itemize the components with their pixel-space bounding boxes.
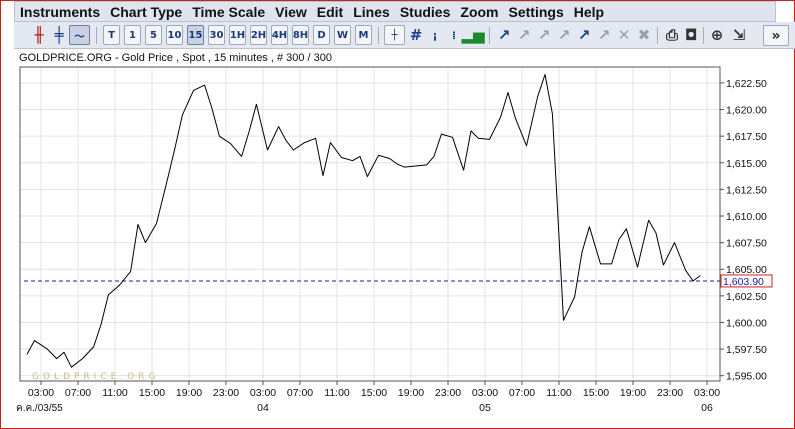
- y-tick-label: 1,607.50: [726, 238, 767, 250]
- y-axis: 1,595.00 1,597.50 1,600.00 1,602.50 1,605.00…: [720, 78, 767, 383]
- x-tick-label: 03:00: [694, 387, 720, 399]
- x-tick-label: 23:00: [213, 387, 239, 399]
- x-tick-label: 11:00: [102, 387, 128, 399]
- x-tick-label: 19:00: [620, 387, 646, 399]
- y-tick-label: 1,610.00: [726, 211, 767, 223]
- x-tick-label: 19:00: [176, 387, 202, 399]
- x-tick-label: 07:00: [65, 387, 91, 399]
- plot-area-border: [19, 66, 721, 382]
- x-tick-label: 07:00: [287, 387, 313, 399]
- y-tick-label: 1,612.50: [726, 184, 767, 196]
- y-tick-label: 1,595.00: [726, 371, 767, 383]
- x-tick-label: 11:00: [324, 387, 350, 399]
- y-tick-label: 1,602.50: [726, 291, 767, 303]
- x-tick-label: 15:00: [361, 387, 387, 399]
- price-chart[interactable]: GOLDPRICE.ORG 1,595.001,597.501,600.001,…: [0, 0, 795, 429]
- date-label: 05: [479, 402, 491, 414]
- x-tick-label: 07:00: [509, 387, 535, 399]
- y-tick-label: 1,597.50: [726, 344, 767, 356]
- chart-grid: [20, 67, 720, 381]
- x-tick-label: 03:00: [28, 387, 54, 399]
- x-tick-label: 15:00: [139, 387, 165, 399]
- date-label: 04: [257, 402, 269, 414]
- watermark: GOLDPRICE.ORG: [32, 372, 159, 382]
- x-tick-label: 11:00: [546, 387, 572, 399]
- y-tick-label: 1,620.00: [726, 105, 767, 117]
- x-tick-label: 03:00: [250, 387, 276, 399]
- date-label: ค.ค./03/55: [16, 403, 63, 414]
- price-series-line: [26, 74, 701, 368]
- x-tick-label: 23:00: [657, 387, 683, 399]
- date-label: 06: [701, 402, 713, 414]
- x-tick-label: 15:00: [583, 387, 609, 399]
- x-tick-label: 23:00: [435, 387, 461, 399]
- y-tick-label: 1,622.50: [726, 78, 767, 90]
- y-tick-label: 1,617.50: [726, 131, 767, 143]
- y-tick-label: 1,605.00: [726, 264, 767, 276]
- current-price-label: 1,603.90: [723, 276, 764, 288]
- x-tick-label: 19:00: [398, 387, 424, 399]
- x-tick-label: 03:00: [472, 387, 498, 399]
- y-tick-label: 1,615.00: [726, 158, 767, 170]
- y-tick-label: 1,600.00: [726, 317, 767, 329]
- x-axis: 03:00 07:00 11:00 15:00 19:00 23:00 03:00 07:00…: [16, 381, 720, 414]
